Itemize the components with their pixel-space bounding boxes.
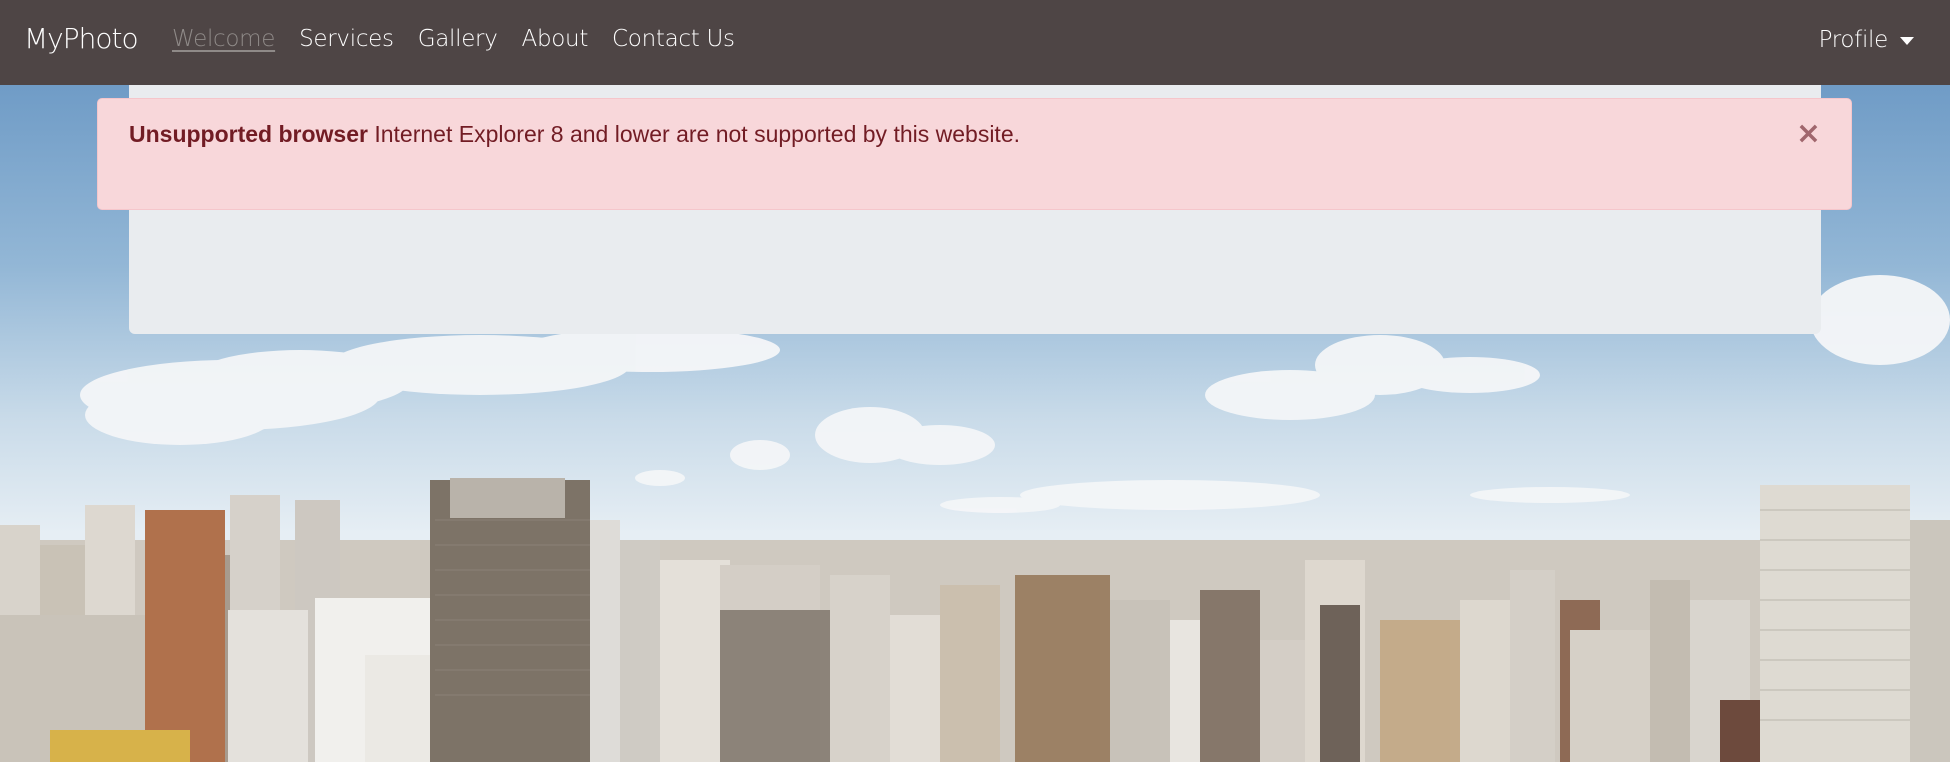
profile-label: Profile — [1818, 27, 1889, 53]
alert-title: Unsupported browser — [129, 121, 368, 147]
nav-link-contact-us[interactable]: Contact Us — [612, 26, 735, 52]
profile-dropdown-toggle[interactable]: Profile — [1819, 27, 1914, 53]
top-navbar: MyPhoto Welcome Services Gallery About C… — [0, 0, 1950, 85]
unsupported-browser-alert: Unsupported browser Internet Explorer 8 … — [97, 98, 1852, 210]
nav-link-services[interactable]: Services — [299, 26, 394, 52]
brand-logo-link[interactable]: MyPhoto — [24, 22, 139, 55]
alert-message: Internet Explorer 8 and lower are not su… — [374, 121, 1020, 147]
nav-link-about[interactable]: About — [522, 26, 589, 52]
nav-links: Welcome Services Gallery About Contact U… — [172, 26, 759, 52]
nav-link-welcome[interactable]: Welcome — [172, 26, 275, 52]
close-icon[interactable]: × — [1796, 119, 1821, 149]
nav-link-gallery[interactable]: Gallery — [418, 26, 498, 52]
alert-text: Unsupported browser Internet Explorer 8 … — [129, 121, 1020, 148]
caret-down-icon — [1900, 37, 1914, 45]
